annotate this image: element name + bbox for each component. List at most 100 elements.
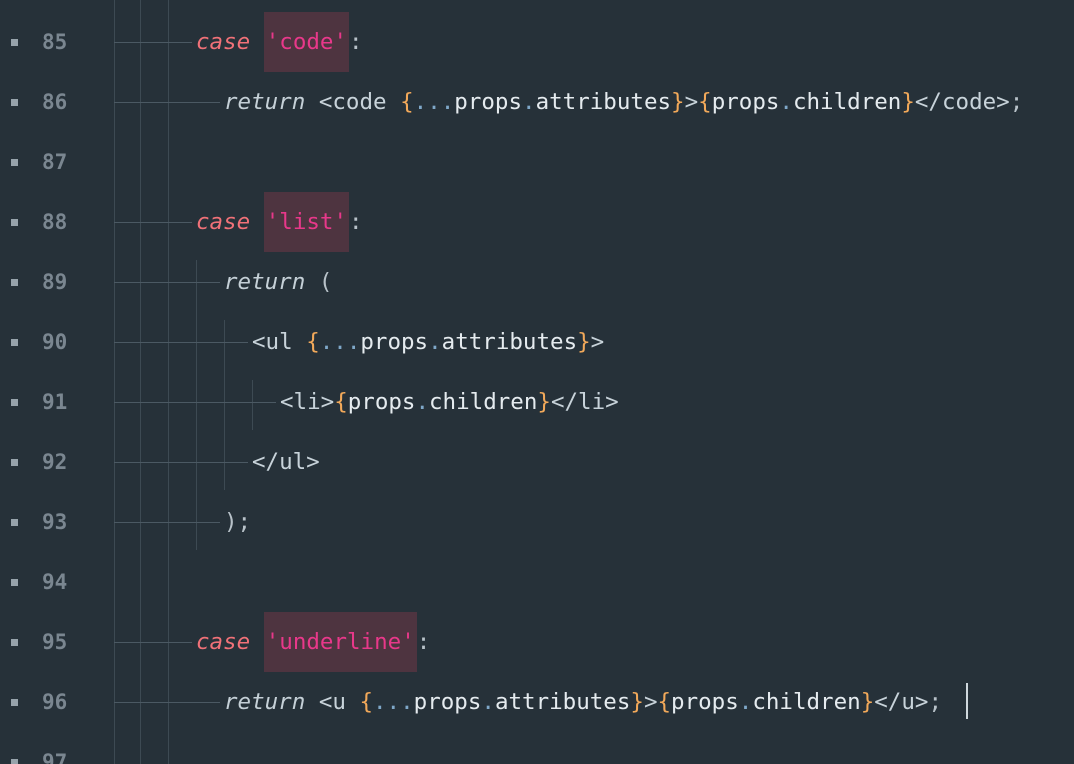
indent-marker	[114, 402, 276, 403]
code-token: </ul>	[252, 449, 320, 475]
indent-marker	[114, 102, 220, 103]
code-line[interactable]: 90 <ul {...props.attributes}>	[0, 312, 1074, 372]
indent-marker	[114, 462, 248, 463]
code-token: }	[860, 689, 875, 715]
code-editor[interactable]: 85 case 'code': 86 return <code {...props.a…	[0, 0, 1074, 764]
code-token: 'underline'	[263, 612, 417, 672]
line-number: 90	[42, 330, 68, 354]
code-token: 'code'	[263, 12, 350, 72]
code-token: props	[711, 89, 780, 115]
line-marker-icon	[11, 519, 18, 526]
code-line[interactable]: 94	[0, 552, 1074, 612]
line-number: 95	[42, 630, 68, 654]
code-token: }	[537, 389, 551, 415]
line-number: 97	[42, 750, 68, 764]
line-number: 96	[42, 690, 68, 714]
code-token: .	[428, 329, 442, 355]
line-number: 85	[42, 30, 68, 54]
code-token: );	[224, 509, 252, 535]
code-line[interactable]: 88 case 'list':	[0, 192, 1074, 252]
code-token: <li>	[280, 389, 335, 415]
code-token: case	[196, 629, 251, 655]
code-token: }	[671, 89, 685, 115]
code-line[interactable]: 89 return (	[0, 252, 1074, 312]
code-line[interactable]: 85 case 'code':	[0, 12, 1074, 72]
code-token: {	[698, 89, 712, 115]
code-token: }	[901, 89, 915, 115]
code-token: attributes	[535, 89, 672, 115]
code-token: (	[318, 269, 333, 295]
indent-marker	[114, 42, 192, 43]
code-token: :	[349, 29, 363, 55]
code-text: <ul {...props.attributes}>	[252, 312, 604, 372]
code-text: return <code {...props.attributes}>{prop…	[224, 72, 1023, 132]
code-line[interactable]: 93);	[0, 492, 1074, 552]
code-token: ...	[373, 689, 414, 715]
code-text: <li>{props.children}</li>	[280, 372, 619, 432]
code-token: <ul	[252, 329, 307, 355]
line-number: 93	[42, 510, 68, 534]
code-token: props	[454, 89, 523, 115]
line-number: 86	[42, 90, 68, 114]
code-token: <u	[318, 689, 360, 715]
indent-marker	[114, 222, 192, 223]
code-token: ...	[319, 329, 361, 355]
code-token: ...	[413, 89, 455, 115]
code-line[interactable]: 95 case 'underline':	[0, 612, 1074, 672]
code-line[interactable]: 92 </ul>	[0, 432, 1074, 492]
code-token: ;	[928, 689, 942, 715]
indent-marker	[114, 342, 248, 343]
code-token: .	[415, 389, 430, 415]
code-line[interactable]: 96 return <u {...props.attributes}>{props…	[0, 672, 1074, 732]
code-text: case 'list':	[196, 192, 363, 252]
code-token: .	[779, 89, 793, 115]
line-marker-icon	[11, 399, 18, 406]
code-token: {	[359, 689, 374, 715]
line-marker-icon	[11, 459, 18, 466]
line-marker-icon	[11, 219, 18, 226]
indent-marker	[114, 522, 220, 523]
code-token: case	[196, 209, 251, 235]
code-token: {	[306, 329, 320, 355]
line-number: 88	[42, 210, 68, 234]
code-token: {	[657, 689, 672, 715]
code-token: props	[360, 329, 429, 355]
code-token: return	[224, 689, 306, 715]
code-token: >	[590, 329, 605, 355]
code-token: .	[481, 689, 495, 715]
code-text: );	[224, 492, 251, 552]
text-cursor	[966, 683, 968, 719]
code-line[interactable]: 87	[0, 132, 1074, 192]
indent-marker	[114, 642, 192, 643]
code-line[interactable]: 91 <li>{props.children}</li>	[0, 372, 1074, 432]
line-number: 92	[42, 450, 68, 474]
indent-marker	[114, 702, 220, 703]
code-token: props	[347, 389, 416, 415]
line-marker-icon	[11, 699, 18, 706]
code-token: case	[196, 29, 251, 55]
code-token: }	[577, 329, 591, 355]
code-token: </u>	[874, 689, 929, 715]
line-number: 94	[42, 570, 68, 594]
code-token: >	[643, 689, 658, 715]
code-token: return	[224, 89, 306, 115]
code-token: return	[224, 269, 306, 295]
code-token: {	[334, 389, 348, 415]
code-token: attributes	[441, 329, 578, 355]
line-number: 91	[42, 390, 68, 414]
line-marker-icon	[11, 339, 18, 346]
code-line[interactable]: 97	[0, 732, 1074, 764]
code-token: >	[684, 89, 699, 115]
code-line[interactable]: 86 return <code {...props.attributes}>{pr…	[0, 72, 1074, 132]
code-token: children	[752, 689, 861, 715]
code-text: return (	[224, 252, 332, 312]
code-token: attributes	[494, 689, 631, 715]
line-marker-icon	[11, 759, 18, 764]
code-token: </li>	[550, 389, 619, 415]
line-marker-icon	[11, 39, 18, 46]
